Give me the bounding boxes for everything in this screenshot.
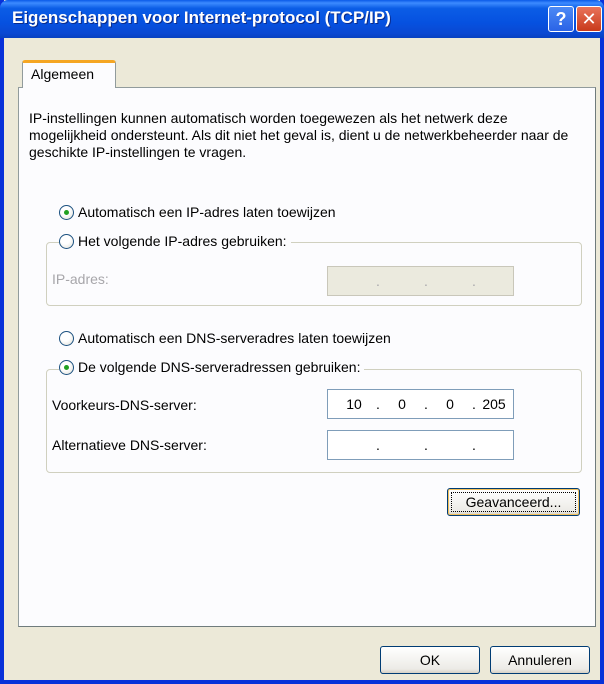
help-button[interactable]: ?	[548, 6, 574, 32]
dns1-octet-2: 0	[398, 396, 406, 412]
advanced-button[interactable]: Geavanceerd...	[447, 488, 580, 516]
dns1-octet-4: 205	[482, 396, 506, 412]
ip-address-label: IP-adres:	[52, 271, 109, 287]
title-bar[interactable]: Eigenschappen voor Internet-protocol (TC…	[0, 0, 604, 38]
radio-dns-auto-indicator[interactable]	[59, 330, 74, 346]
preferred-dns-field[interactable]: 10 . 0 . 0 . 205	[327, 389, 514, 419]
radio-dns-manual-label: De volgende DNS-serveradressen gebruiken…	[78, 359, 361, 375]
dns1-octet-3: 0	[446, 396, 454, 412]
radio-ip-manual[interactable]: Het volgende IP-adres gebruiken:	[59, 233, 291, 249]
radio-dns-auto-label: Automatisch een DNS-serveradres laten to…	[78, 330, 391, 346]
dns1-octet-1: 10	[346, 396, 362, 412]
ip-dot: .	[472, 437, 476, 453]
radio-ip-auto[interactable]: Automatisch een IP-adres laten toewijzen	[59, 204, 336, 220]
ip-dot: .	[472, 273, 476, 289]
radio-ip-auto-indicator[interactable]	[59, 204, 74, 220]
description-text: IP-instellingen kunnen automatisch worde…	[29, 110, 569, 160]
preferred-dns-label: Voorkeurs-DNS-server:	[52, 397, 197, 413]
radio-ip-auto-label: Automatisch een IP-adres laten toewijzen	[78, 204, 336, 220]
advanced-button-label: Geavanceerd...	[451, 492, 576, 512]
tab-algemeen[interactable]: Algemeen	[22, 60, 116, 88]
tab-panel: IP-instellingen kunnen automatisch worde…	[18, 87, 596, 627]
close-button[interactable]: ✕	[576, 6, 602, 32]
ip-dot: .	[424, 273, 428, 289]
cancel-button[interactable]: Annuleren	[490, 646, 590, 674]
ip-dot: .	[376, 437, 380, 453]
ok-button[interactable]: OK	[380, 646, 480, 674]
ip-dot: .	[424, 396, 428, 412]
radio-dns-auto[interactable]: Automatisch een DNS-serveradres laten to…	[59, 330, 391, 346]
ip-dot: .	[376, 396, 380, 412]
ip-dot: .	[424, 437, 428, 453]
window-title: Eigenschappen voor Internet-protocol (TC…	[12, 8, 391, 27]
ip-address-field[interactable]: . . .	[327, 266, 514, 296]
radio-dns-manual-indicator[interactable]	[59, 359, 74, 375]
ip-dot: .	[376, 273, 380, 289]
radio-ip-manual-indicator[interactable]	[59, 233, 74, 249]
alternate-dns-label: Alternatieve DNS-server:	[52, 437, 207, 453]
radio-dns-manual[interactable]: De volgende DNS-serveradressen gebruiken…	[59, 359, 365, 375]
alternate-dns-field[interactable]: . . .	[327, 430, 514, 460]
dialog-window: Eigenschappen voor Internet-protocol (TC…	[0, 0, 604, 684]
radio-ip-manual-label: Het volgende IP-adres gebruiken:	[78, 233, 287, 249]
